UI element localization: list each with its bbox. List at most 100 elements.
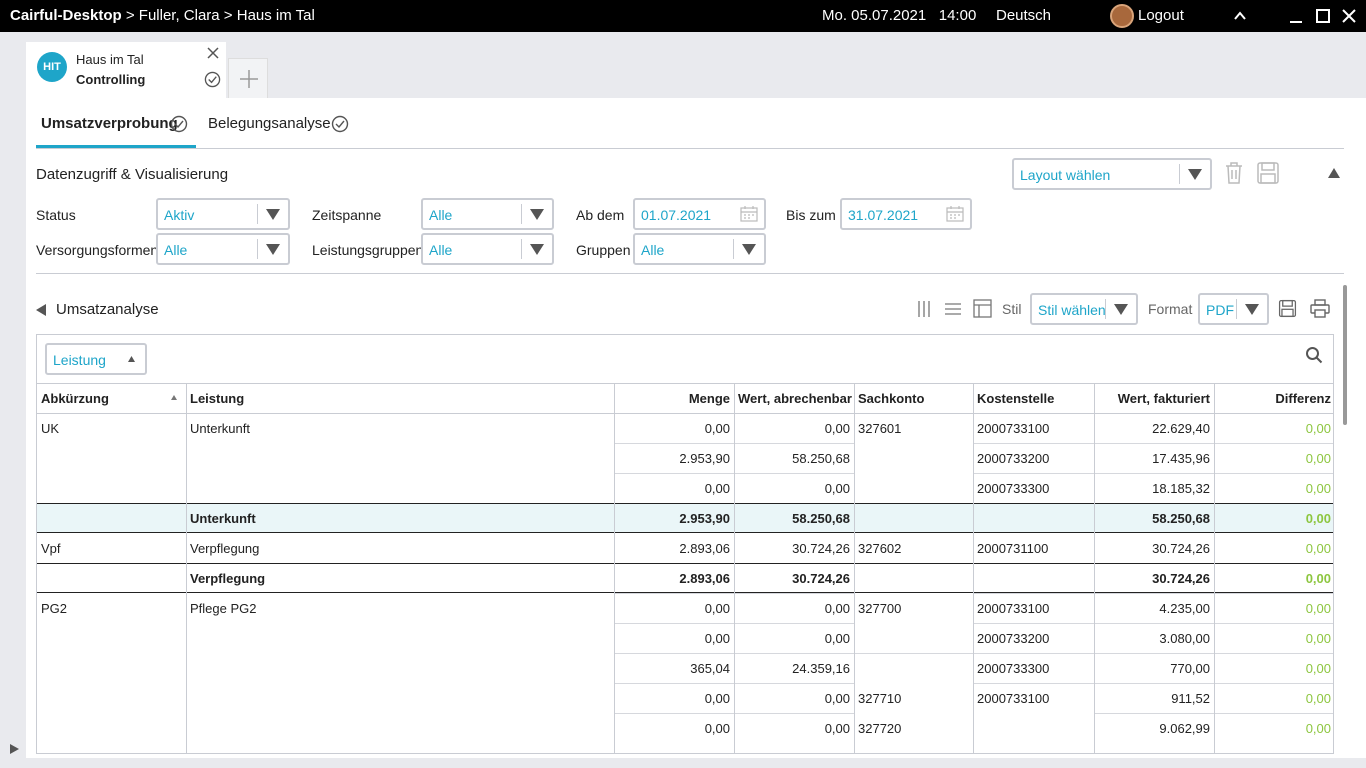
- cell-sachkonto: 327602: [858, 541, 902, 556]
- abdem-value: 01.07.2021: [641, 207, 712, 223]
- sort-asc-icon[interactable]: [171, 395, 177, 400]
- collapse-up-icon[interactable]: [1328, 168, 1340, 178]
- cell-kostenstelle: 2000733100: [977, 601, 1050, 616]
- subtab-umsatzverprobung[interactable]: Umsatzverprobung: [41, 115, 178, 132]
- table-row-sum[interactable]: Verpflegung 2.893,06 30.724,26 30.724,26 0,0…: [37, 563, 1333, 594]
- cell-wert-fakturiert: 4.235,00: [1159, 601, 1210, 616]
- versorgung-label: Versorgungsformen: [36, 242, 159, 258]
- column-header-wert-abrechenbar[interactable]: Wert, abrechenbar: [734, 383, 854, 413]
- biszum-date-input[interactable]: 31.07.2021: [840, 198, 972, 230]
- cell-abkuerzung: [37, 473, 186, 503]
- app-name: Cairful-Desktop: [10, 7, 122, 24]
- cell-abkuerzung: [37, 683, 186, 713]
- zeitspanne-select[interactable]: Alle: [421, 198, 554, 230]
- cell-kostenstelle: 2000733300: [977, 481, 1050, 496]
- trash-icon[interactable]: [1224, 161, 1244, 185]
- chevron-up-icon[interactable]: [1232, 8, 1248, 24]
- cell-wert-abrechenbar: 0,00: [824, 631, 850, 646]
- cell-menge: 0,00: [704, 631, 730, 646]
- search-icon[interactable]: [1305, 346, 1323, 364]
- column-header-kostenstelle[interactable]: Kostenstelle: [973, 383, 1094, 413]
- column-header-abkuerzung[interactable]: Abkürzung: [37, 383, 186, 413]
- collapse-left-icon[interactable]: [36, 304, 46, 316]
- cell-abkuerzung: PG2: [41, 601, 68, 616]
- status-select[interactable]: Aktiv: [156, 198, 290, 230]
- columns-icon[interactable]: [916, 300, 932, 318]
- format-label: Format: [1148, 301, 1193, 317]
- abdem-date-input[interactable]: 01.07.2021: [633, 198, 766, 230]
- cell-differenz: 0,00: [1305, 631, 1331, 646]
- section-title: Datenzugriff & Visualisierung: [36, 166, 229, 183]
- close-icon[interactable]: [1341, 8, 1357, 24]
- cell-menge: 2.953,90: [679, 451, 730, 466]
- column-header-leistung[interactable]: Leistung: [186, 383, 614, 413]
- gruppen-label: Gruppen: [576, 242, 631, 258]
- leistungsgruppen-select[interactable]: Alle: [421, 233, 554, 265]
- maximize-icon[interactable]: [1315, 8, 1331, 24]
- cell-abkuerzung: [37, 653, 186, 683]
- leistungsgruppen-value: Alle: [429, 242, 453, 258]
- gruppen-select[interactable]: Alle: [633, 233, 766, 265]
- table-row-sum[interactable]: Unterkunft 2.953,90 58.250,68 58.250,68 0,00: [37, 503, 1333, 534]
- cell-differenz: 0,00: [1305, 511, 1331, 526]
- stil-select[interactable]: Stil wählen: [1030, 293, 1138, 325]
- cell-kostenstelle: 2000733300: [977, 661, 1050, 676]
- tab-badge: HIT: [37, 52, 67, 82]
- table-row[interactable]: 0,00 0,00 2000733300 18.185,32 0,00: [37, 473, 1333, 503]
- table-row[interactable]: 0,00 0,00 327720 9.062,99 0,00: [37, 713, 1333, 743]
- column-header-differenz[interactable]: Differenz: [1214, 383, 1333, 413]
- divider: [973, 383, 974, 753]
- expand-right-icon[interactable]: [10, 744, 19, 754]
- cell-wert-fakturiert: 3.080,00: [1159, 631, 1210, 646]
- cell-wert-abrechenbar: 30.724,26: [792, 541, 850, 556]
- save-icon[interactable]: [1278, 299, 1297, 318]
- rows-icon[interactable]: [944, 301, 962, 317]
- cell-sachkonto: 327710: [858, 691, 902, 706]
- cell-kostenstelle: 2000733200: [977, 451, 1050, 466]
- cell-abkuerzung: [37, 504, 186, 534]
- tab-haus-im-tal[interactable]: HIT Haus im Tal Controlling: [26, 42, 226, 98]
- versorgung-select[interactable]: Alle: [156, 233, 290, 265]
- column-header-wert-fakturiert[interactable]: Wert, fakturiert: [1094, 383, 1214, 413]
- divider: [973, 473, 1333, 474]
- table-row[interactable]: 0,00 0,00 327710 2000733100 911,52 0,00: [37, 683, 1333, 713]
- cell-wert-abrechenbar: 24.359,16: [792, 661, 850, 676]
- data-table: Leistung Abkürzung Leistung Menge Wert, abr…: [36, 334, 1334, 754]
- add-tab-button[interactable]: [228, 58, 268, 98]
- table-row[interactable]: Vpf Verpflegung 2.893,06 30.724,26 327602 200…: [37, 533, 1333, 563]
- table-row[interactable]: UK Unterkunft 0,00 0,00 327601 2000733100 22.6…: [37, 413, 1333, 443]
- cell-leistung: [186, 443, 614, 473]
- cell-sachkonto: [854, 473, 973, 503]
- gruppen-value: Alle: [641, 242, 665, 258]
- divider: [36, 148, 1344, 149]
- cell-abkuerzung: [37, 713, 186, 743]
- format-select[interactable]: PDF: [1198, 293, 1269, 325]
- column-header-sachkonto[interactable]: Sachkonto: [854, 383, 973, 413]
- calendar-icon[interactable]: [740, 206, 758, 222]
- logout-button[interactable]: Logout: [1138, 7, 1184, 24]
- scrollbar-thumb[interactable]: [1343, 285, 1347, 425]
- layout-select[interactable]: Layout wählen: [1012, 158, 1212, 190]
- tab-close-icon[interactable]: [206, 46, 220, 60]
- cell-menge: 0,00: [704, 481, 730, 496]
- table-row[interactable]: 2.953,90 58.250,68 2000733200 17.435,96 0,00: [37, 443, 1333, 473]
- divider: [854, 383, 855, 753]
- grid-layout-icon[interactable]: [973, 299, 992, 318]
- breadcrumb-path: > Fuller, Clara > Haus im Tal: [121, 7, 315, 24]
- group-by-chip[interactable]: Leistung: [45, 343, 147, 375]
- minimize-icon[interactable]: [1288, 8, 1304, 24]
- cell-leistung: Unterkunft: [190, 421, 250, 436]
- language-select[interactable]: Deutsch: [996, 7, 1051, 24]
- cell-menge: 365,04: [690, 661, 730, 676]
- divider: [973, 443, 1333, 444]
- print-icon[interactable]: [1310, 299, 1330, 318]
- table-row[interactable]: 0,00 0,00 2000733200 3.080,00 0,00: [37, 623, 1333, 653]
- calendar-icon[interactable]: [946, 206, 964, 222]
- table-row[interactable]: PG2 Pflege PG2 0,00 0,00 327700 2000733100 4.2…: [37, 593, 1333, 623]
- table-row[interactable]: 365,04 24.359,16 2000733300 770,00 0,00: [37, 653, 1333, 683]
- cell-menge: 0,00: [704, 691, 730, 706]
- cell-kostenstelle: [973, 564, 1094, 594]
- subtab-belegungsanalyse[interactable]: Belegungsanalyse: [208, 115, 331, 132]
- column-header-menge[interactable]: Menge: [614, 383, 734, 413]
- save-icon[interactable]: [1256, 161, 1280, 185]
